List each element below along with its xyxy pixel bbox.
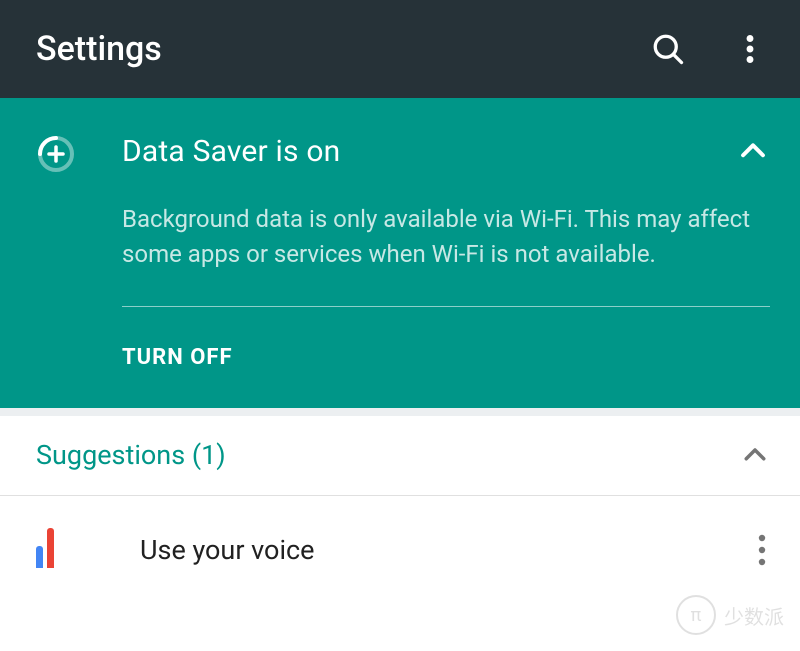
appbar-actions [648,29,770,69]
suggestion-overflow-icon[interactable] [742,534,782,566]
suggestion-item[interactable]: Use your voice [0,496,800,580]
suggestions-header[interactable]: Suggestions (1) [0,416,800,496]
suggestion-label: Use your voice [140,534,742,566]
turn-off-button[interactable]: TURN OFF [122,307,770,408]
overflow-menu-icon[interactable] [730,29,770,69]
collapse-banner-button[interactable] [720,134,770,168]
data-saver-icon [36,134,122,174]
banner-title: Data Saver is on [122,134,720,169]
suggestions-title: Suggestions (1) [36,439,740,471]
search-icon[interactable] [648,29,688,69]
page-title: Settings [36,29,648,69]
app-bar: Settings [0,0,800,98]
chevron-up-icon[interactable] [740,440,770,470]
section-gap [0,408,800,416]
watermark: π少数派 [676,595,784,635]
data-saver-banner: Data Saver is on Background data is only… [0,98,800,408]
banner-description: Background data is only available via Wi… [122,202,770,272]
google-assistant-icon [36,528,140,572]
